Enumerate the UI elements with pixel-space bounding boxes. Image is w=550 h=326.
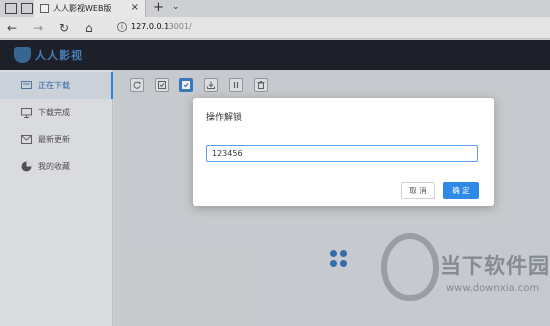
confirm-button[interactable]: 确 定 (443, 182, 479, 199)
unlock-dialog: 操作解锁 取 消 确 定 (193, 98, 494, 206)
cancel-button[interactable]: 取 消 (401, 182, 435, 199)
dialog-title: 操作解锁 (206, 113, 243, 123)
password-input[interactable] (206, 145, 478, 162)
